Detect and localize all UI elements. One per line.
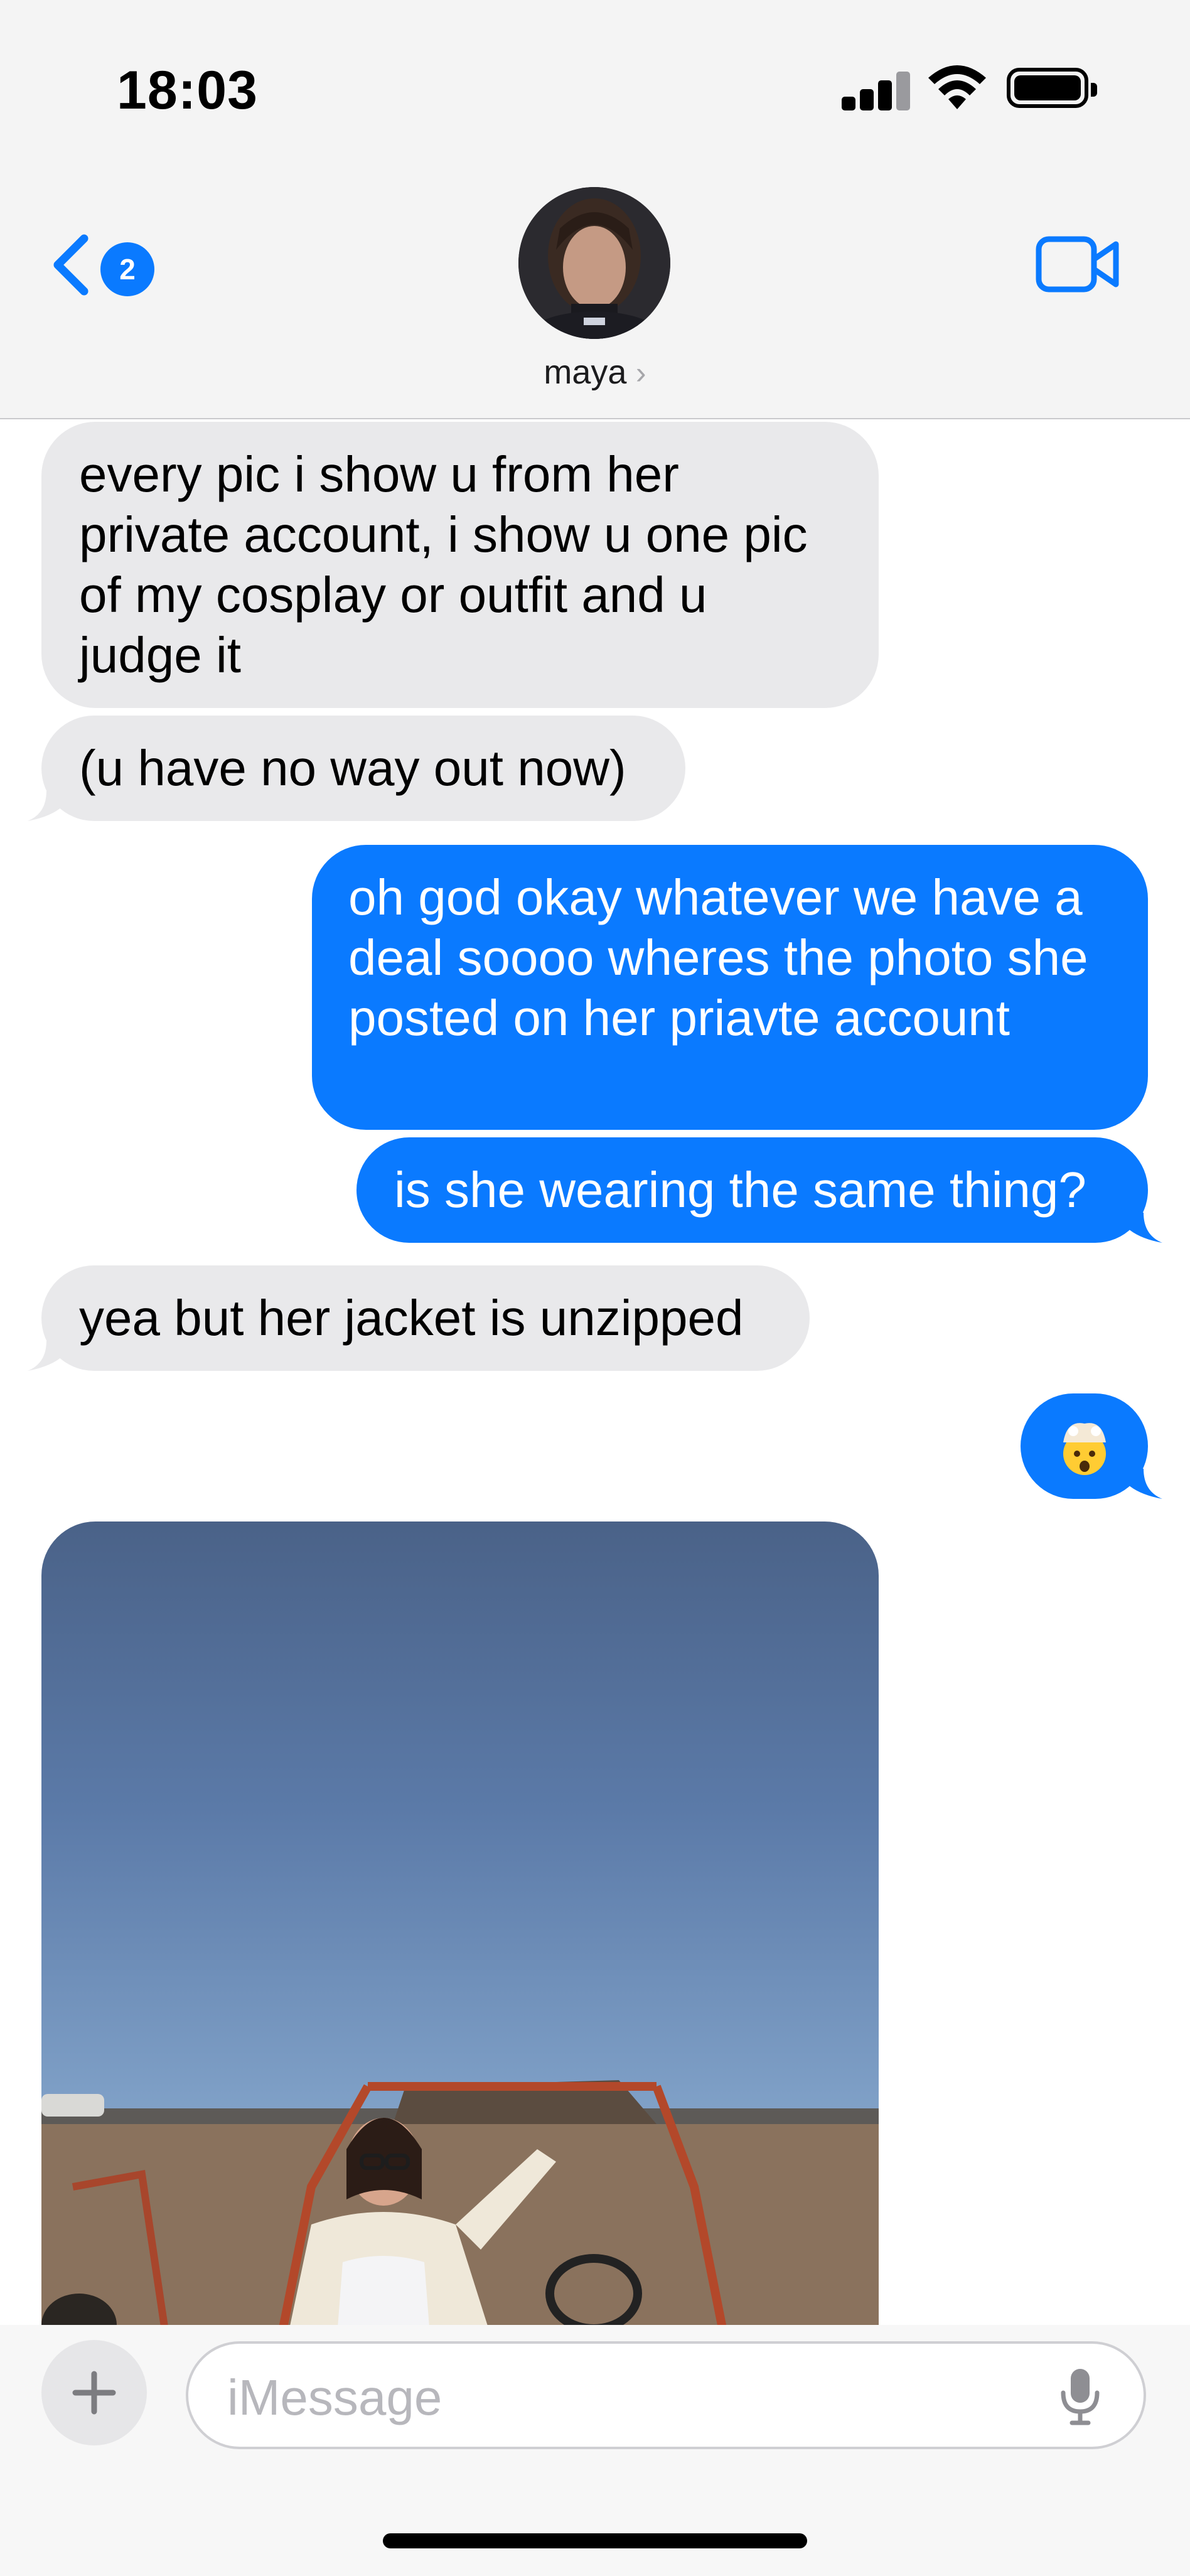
back-chevron-icon bbox=[53, 234, 88, 296]
avatar[interactable] bbox=[518, 187, 670, 339]
plus-icon bbox=[72, 2371, 116, 2415]
home-indicator[interactable] bbox=[383, 2533, 807, 2548]
message-bubble-received[interactable]: (u have no way out now) bbox=[41, 716, 685, 821]
unread-count-badge: 2 bbox=[100, 242, 154, 296]
message-input-placeholder: iMessage bbox=[227, 2369, 442, 2425]
microphone-icon[interactable] bbox=[1058, 2366, 1102, 2427]
message-bubble-sent[interactable]: is she wearing the same thing? bbox=[356, 1137, 1148, 1243]
status-time: 18:03 bbox=[117, 60, 258, 121]
bubble-tail bbox=[28, 1336, 74, 1371]
bubble-tail bbox=[1116, 1464, 1162, 1499]
photo-image bbox=[41, 2080, 879, 2344]
exploding-head-emoji-icon bbox=[1063, 1423, 1106, 1475]
bubble-tail bbox=[28, 786, 74, 821]
avatar-photo bbox=[518, 187, 670, 339]
wifi-icon bbox=[928, 65, 986, 109]
facetime-video-icon[interactable] bbox=[1036, 235, 1121, 293]
message-bubble-received[interactable]: yea but her jacket is unzipped bbox=[41, 1265, 810, 1371]
message-input[interactable]: iMessage bbox=[186, 2341, 1146, 2449]
message-bubble-received[interactable]: every pic i show u from her private acco… bbox=[41, 422, 879, 708]
message-bubble-sent[interactable]: oh god okay whatever we have a deal sooo… bbox=[312, 845, 1148, 1130]
apps-plus-button[interactable] bbox=[41, 2340, 147, 2445]
chevron-right-icon: › bbox=[635, 355, 646, 390]
contact-name: maya bbox=[544, 353, 627, 391]
message-photo[interactable] bbox=[41, 1521, 879, 2344]
conversation-header: 18:03 2 maya › bbox=[0, 0, 1190, 419]
battery-icon bbox=[1007, 68, 1097, 108]
cellular-signal-icon bbox=[842, 69, 911, 110]
contact-name-button[interactable]: maya › bbox=[0, 353, 1190, 392]
bubble-tail bbox=[1116, 1208, 1162, 1243]
back-button[interactable]: 2 bbox=[49, 226, 162, 301]
